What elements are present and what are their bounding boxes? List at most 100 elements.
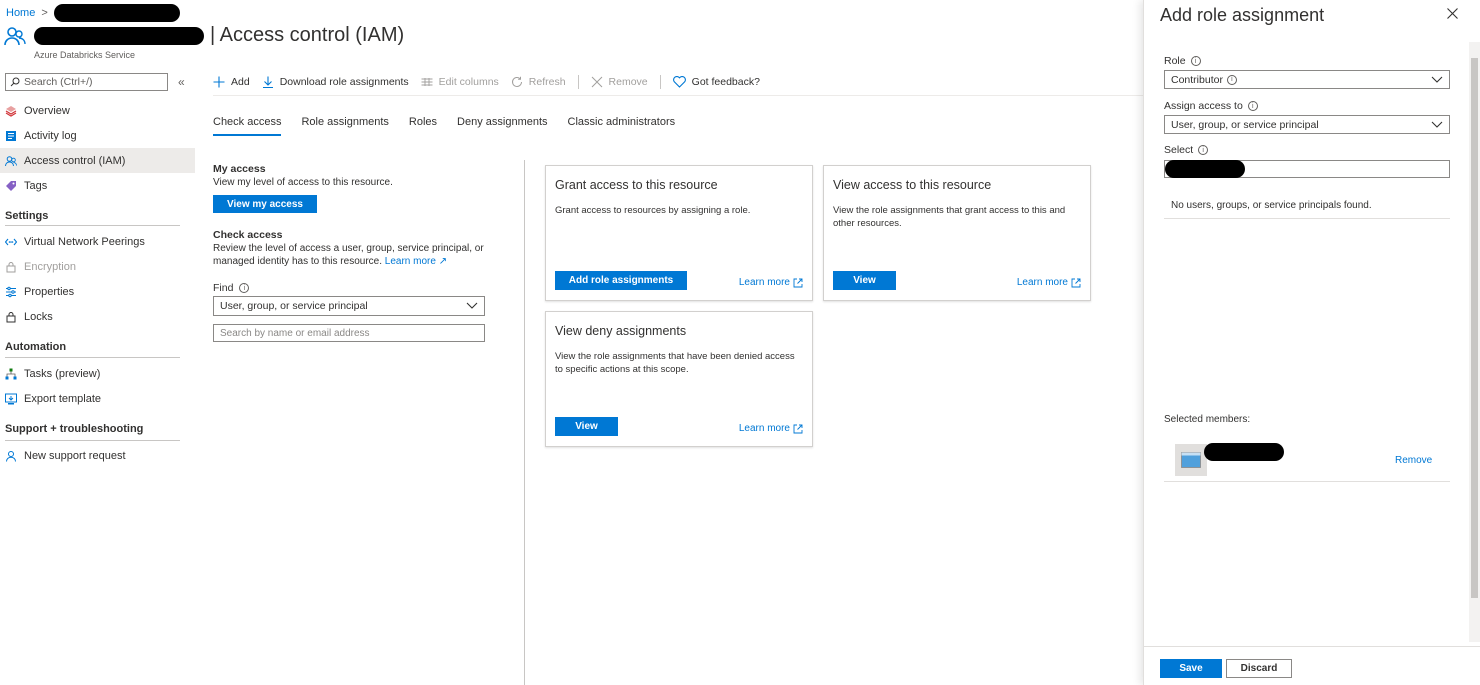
chevron-right-icon: > — [41, 7, 48, 19]
support-icon — [5, 450, 17, 462]
role-dropdown[interactable]: Contributor i — [1164, 70, 1450, 89]
info-icon[interactable]: i — [1226, 74, 1237, 85]
sidebar-item-properties[interactable]: Properties — [0, 279, 195, 304]
peering-icon — [5, 236, 17, 248]
sidebar-item-label: Locks — [24, 310, 53, 323]
role-label: Role — [1164, 55, 1186, 67]
view-deny-assignments-card: View deny assignments View the role assi… — [545, 311, 813, 447]
properties-icon — [5, 286, 17, 298]
role-label-row: Role i — [1164, 55, 1201, 67]
check-access-heading: Check access — [213, 229, 283, 241]
people-icon — [4, 25, 26, 47]
find-label-row: Find i — [213, 282, 250, 294]
tasks-icon — [5, 368, 17, 380]
feedback-button[interactable]: Got feedback? — [672, 76, 760, 88]
activity-log-icon — [5, 130, 17, 142]
sidebar-item-label: Tasks (preview) — [24, 367, 101, 380]
command-toolbar: Add Download role assignments Edit colum… — [213, 74, 772, 90]
view-deny-button[interactable]: View — [555, 417, 618, 436]
lock-icon — [5, 261, 17, 273]
feedback-label: Got feedback? — [691, 76, 760, 88]
no-results-message: No users, groups, or service principals … — [1171, 200, 1372, 211]
search-name-email-input[interactable]: Search by name or email address — [213, 324, 485, 342]
section-divider — [5, 440, 180, 441]
tab-roles[interactable]: Roles — [409, 116, 437, 136]
sidebar-item-access-control[interactable]: Access control (IAM) — [0, 148, 195, 173]
sidebar-item-export-template[interactable]: Export template — [0, 386, 195, 411]
column-divider — [524, 160, 525, 685]
sidebar-item-virtual-network-peerings[interactable]: Virtual Network Peerings — [0, 229, 195, 254]
panel-title: Add role assignment — [1160, 5, 1325, 25]
tab-classic-administrators[interactable]: Classic administrators — [568, 116, 676, 136]
assign-access-dropdown[interactable]: User, group, or service principal — [1164, 115, 1450, 134]
sidebar-item-locks[interactable]: Locks — [0, 304, 195, 329]
learn-more-link[interactable]: Learn more — [1017, 277, 1081, 288]
download-icon — [262, 76, 274, 88]
plus-icon — [213, 76, 225, 88]
tab-deny-assignments[interactable]: Deny assignments — [457, 116, 548, 136]
discard-button[interactable]: Discard — [1226, 659, 1292, 678]
collapse-sidebar-icon[interactable]: « — [178, 75, 185, 89]
add-button-label: Add — [231, 76, 250, 88]
edit-columns-label: Edit columns — [438, 76, 499, 88]
save-button[interactable]: Save — [1160, 659, 1222, 678]
refresh-button[interactable]: Refresh — [511, 76, 566, 88]
panel-scrollbar-thumb[interactable] — [1471, 58, 1478, 598]
sidebar-search-input[interactable]: Search (Ctrl+/) — [5, 73, 168, 91]
page-title: | Access control (IAM) — [210, 24, 405, 46]
tab-bar: Check access Role assignments Roles Deny… — [213, 116, 695, 136]
select-member-input[interactable] — [1164, 160, 1450, 178]
sidebar-item-activity-log[interactable]: Activity log — [0, 123, 195, 148]
sidebar-item-tasks[interactable]: Tasks (preview) — [0, 361, 195, 386]
card-description: Grant access to resources by assigning a… — [555, 205, 751, 216]
sidebar-item-label: New support request — [24, 449, 126, 462]
sidebar-item-label: Encryption — [24, 260, 76, 273]
external-link-icon: ↗ — [438, 256, 448, 267]
role-dropdown-value-wrap: Contributor i — [1171, 74, 1237, 86]
remove-member-link[interactable]: Remove — [1395, 455, 1432, 466]
breadcrumb-home-link[interactable]: Home — [6, 7, 35, 19]
info-icon[interactable]: i — [1247, 101, 1258, 111]
assign-access-label: Assign access to — [1164, 100, 1243, 112]
page-subtitle: Azure Databricks Service — [34, 50, 136, 60]
assign-access-value: User, group, or service principal — [1171, 118, 1319, 131]
learn-more-link[interactable]: Learn more ↗ — [385, 256, 447, 267]
learn-more-link[interactable]: Learn more — [739, 277, 803, 288]
member-divider — [1164, 481, 1450, 482]
remove-button[interactable]: Remove — [591, 76, 648, 88]
tab-check-access[interactable]: Check access — [213, 116, 282, 136]
sidebar-item-label: Export template — [24, 392, 102, 405]
info-icon[interactable]: i — [239, 283, 250, 293]
card-title: Grant access to this resource — [555, 178, 718, 192]
view-access-button[interactable]: View — [833, 271, 896, 290]
sidebar-item-overview[interactable]: Overview — [0, 98, 195, 123]
role-dropdown-value: Contributor — [1171, 73, 1223, 86]
add-role-assignments-button[interactable]: Add role assignments — [555, 271, 687, 290]
sidebar-search-placeholder: Search (Ctrl+/) — [24, 76, 93, 88]
add-role-assignment-panel: Add role assignment Role i Contributor i… — [1143, 0, 1480, 685]
sidebar-item-encryption[interactable]: Encryption — [0, 254, 195, 279]
learn-more-text: Learn more — [738, 423, 790, 434]
close-icon[interactable] — [1447, 8, 1458, 19]
download-role-assignments-button[interactable]: Download role assignments — [262, 76, 409, 88]
external-link-icon — [1071, 278, 1081, 288]
add-button[interactable]: Add — [213, 76, 250, 88]
learn-more-text: Learn more — [738, 277, 790, 288]
selected-member-row: Remove — [1164, 440, 1450, 480]
find-dropdown[interactable]: User, group, or service principal — [213, 296, 485, 316]
redacted-resource-name — [53, 4, 180, 22]
view-my-access-button[interactable]: View my access — [213, 195, 317, 213]
info-icon[interactable]: i — [1198, 145, 1209, 155]
info-icon[interactable]: i — [1190, 56, 1201, 66]
find-dropdown-value: User, group, or service principal — [220, 300, 368, 312]
sidebar-item-label: Tags — [24, 179, 48, 192]
card-title: View deny assignments — [555, 324, 687, 338]
learn-more-link[interactable]: Learn more — [739, 423, 803, 434]
edit-columns-button[interactable]: Edit columns — [421, 76, 499, 88]
card-title: View access to this resource — [833, 178, 992, 192]
redacted-search-text — [1165, 160, 1245, 178]
tab-role-assignments[interactable]: Role assignments — [301, 116, 388, 136]
view-access-card: View access to this resource View the ro… — [823, 165, 1091, 301]
sidebar-item-tags[interactable]: Tags — [0, 173, 195, 198]
sidebar-item-new-support-request[interactable]: New support request — [0, 443, 195, 468]
